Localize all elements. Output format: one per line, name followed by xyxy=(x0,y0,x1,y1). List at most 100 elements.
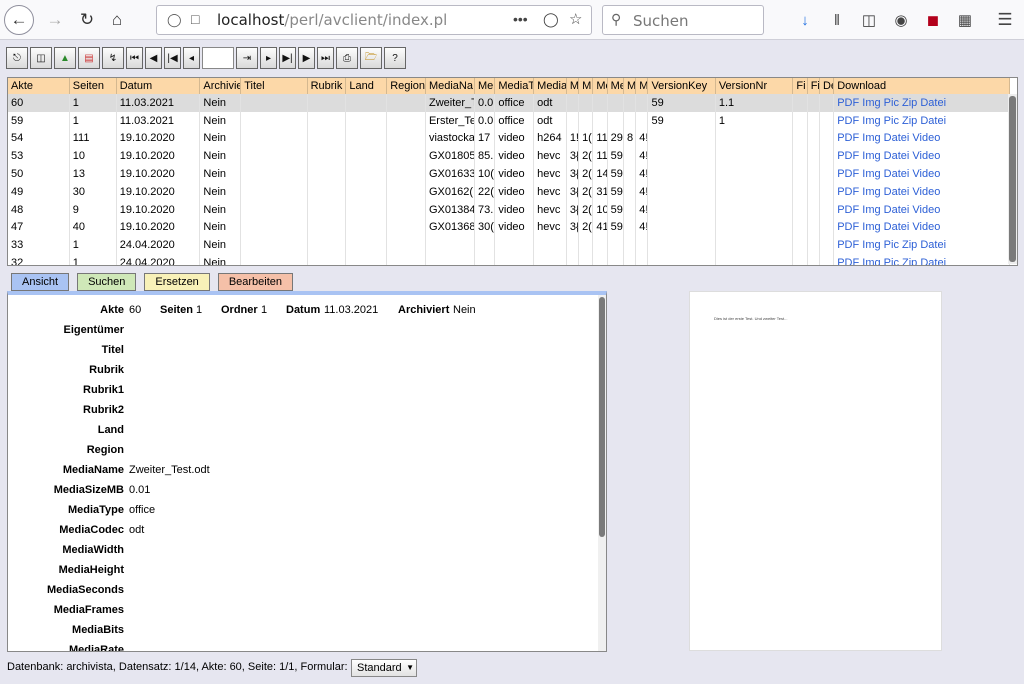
field-value[interactable]: office xyxy=(129,504,155,516)
extension-icon[interactable]: ▦ xyxy=(954,9,976,31)
field-label: MediaCodec xyxy=(59,524,124,536)
column-header[interactable]: VersionKey xyxy=(647,78,716,94)
menu-icon[interactable]: ☰ xyxy=(994,9,1016,31)
exit-icon[interactable]: ⎋ xyxy=(6,47,28,69)
next-record-icon[interactable]: ▸ xyxy=(260,47,277,69)
column-header[interactable]: Akte xyxy=(8,78,70,94)
column-header[interactable]: Titel xyxy=(240,78,308,94)
table-row[interactable]: 33 1 24.04.2020 Nein PDF Img Pic Zip Datei xyxy=(8,236,1010,255)
column-header[interactable]: Me xyxy=(592,78,608,94)
column-header[interactable]: Archivie xyxy=(199,78,242,94)
account-icon[interactable]: ◉ xyxy=(890,9,912,31)
detail-scrollbar-thumb[interactable] xyxy=(599,297,605,537)
prev-record-icon[interactable]: ◂ xyxy=(183,47,200,69)
open-folder-icon[interactable]: 🗁 xyxy=(360,47,382,69)
browser-search-input[interactable]: ⚲ Suchen xyxy=(602,5,764,35)
column-header[interactable]: Rubrik xyxy=(307,78,347,94)
table-row[interactable]: 531019.10.2020Nein GX0180585.videohevc3{2… xyxy=(8,147,1010,166)
prev-page-icon[interactable]: ◀ xyxy=(145,47,162,69)
grid-scrollbar-thumb[interactable] xyxy=(1009,96,1016,262)
forward-button[interactable]: → xyxy=(40,5,70,35)
column-header[interactable]: Region xyxy=(386,78,426,94)
last-page-icon[interactable]: ⏭ xyxy=(317,47,334,69)
table-row[interactable]: 474019.10.2020Nein GX0136830(videohevc3{2… xyxy=(8,218,1010,237)
field-value[interactable]: 0.01 xyxy=(129,484,150,496)
table-row[interactable]: 54 111 19.10.2020 Nein viastocka 17 video h264 1… xyxy=(8,129,1010,148)
column-header[interactable]: Download xyxy=(833,78,1010,94)
first-record-icon[interactable]: |◀ xyxy=(164,47,181,69)
tab-suchen[interactable]: Suchen xyxy=(77,273,137,291)
table-cell: 50 xyxy=(8,165,70,183)
grid-scrollbar[interactable] xyxy=(1008,94,1017,264)
column-header[interactable]: MediaT xyxy=(494,78,535,94)
field-label: MediaSizeMB xyxy=(53,484,124,496)
library-icon[interactable]: ‖ xyxy=(826,9,848,31)
download-icon[interactable]: ↓ xyxy=(794,9,816,31)
column-header[interactable]: M xyxy=(566,78,580,94)
back-button[interactable]: ← xyxy=(4,5,34,35)
column-header[interactable]: M xyxy=(623,78,637,94)
table-cell: 54 xyxy=(8,129,70,148)
download-links[interactable]: PDF Img Datei Video xyxy=(833,200,1010,219)
help-icon[interactable]: ? xyxy=(384,47,406,69)
url-bar[interactable]: ◯ □ localhost/perl/avclient/index.pl •••… xyxy=(156,5,592,35)
table-row[interactable]: 493019.10.2020Nein GX0162(22(videohevc3{2… xyxy=(8,182,1010,201)
detail-scrollbar[interactable] xyxy=(598,295,606,651)
download-links[interactable]: PDF Img Datei Video xyxy=(833,165,1010,183)
layout-icon[interactable]: ▤ xyxy=(78,47,100,69)
column-header[interactable]: Me xyxy=(607,78,624,94)
tab-bearbeiten[interactable]: Bearbeiten xyxy=(217,273,294,291)
view-icon[interactable]: ◫ xyxy=(30,47,52,69)
download-links[interactable]: PDF Img Datei Video xyxy=(833,182,1010,201)
column-header[interactable]: Datum xyxy=(116,78,201,94)
table-row[interactable]: 501319.10.2020Nein GX0163310(videohevc3{2… xyxy=(8,165,1010,183)
column-header[interactable]: VersionNr xyxy=(715,78,794,94)
column-header[interactable]: M xyxy=(578,78,594,94)
download-links[interactable]: PDF Img Pic Zip Datei xyxy=(833,254,1010,265)
column-header[interactable]: De xyxy=(819,78,835,94)
record-number-input[interactable] xyxy=(202,47,234,69)
formular-select[interactable]: Standard ▼ xyxy=(351,659,417,677)
table-row[interactable]: 48919.10.2020Nein GX0138473.videohevc3{2(… xyxy=(8,200,1010,219)
tree-icon[interactable]: ▲ xyxy=(54,47,76,69)
field-value[interactable]: Zweiter_Test.odt xyxy=(129,464,210,476)
reload-button[interactable]: ↻ xyxy=(72,5,102,35)
table-cell: video xyxy=(494,182,535,201)
download-links[interactable]: PDF Img Datei Video xyxy=(833,147,1010,166)
column-header[interactable]: Land xyxy=(345,78,388,94)
table-cell: 11.03.2021 xyxy=(116,111,201,130)
field-label: MediaBits xyxy=(72,624,124,636)
table-row[interactable]: 60 1 11.03.2021 Nein Zweiter_T 0.0 office odt 59… xyxy=(8,94,1010,112)
column-header[interactable]: M xyxy=(635,78,649,94)
column-header[interactable]: Me xyxy=(474,78,496,94)
column-header[interactable]: Seiten xyxy=(69,78,117,94)
ublock-icon[interactable]: ◼ xyxy=(922,9,944,31)
column-header[interactable]: MediaC xyxy=(533,78,567,94)
download-links[interactable]: PDF Img Datei Video xyxy=(833,218,1010,237)
last-record-icon[interactable]: ▶| xyxy=(279,47,296,69)
more-icon[interactable]: ••• xyxy=(513,11,528,27)
scanner-icon[interactable]: ⎙ xyxy=(336,47,358,69)
bookmark-star-icon[interactable]: ☆ xyxy=(569,10,582,28)
goto-record-icon[interactable]: ⇥ xyxy=(236,47,258,69)
download-links[interactable]: PDF Img Pic Zip Datei xyxy=(833,236,1010,255)
table-row[interactable]: 32 1 24.04.2020 Nein PDF Img Pic Zip Datei xyxy=(8,254,1010,265)
field-value[interactable]: odt xyxy=(129,524,144,536)
document-preview[interactable]: Dies ist der erste Test. Und zweiter Tes… xyxy=(689,291,942,651)
download-links[interactable]: PDF Img Pic Zip Datei xyxy=(833,94,1010,112)
first-page-icon[interactable]: ⏮ xyxy=(126,47,143,69)
download-links[interactable]: PDF Img Datei Video xyxy=(833,129,1010,148)
table-row[interactable]: 59 1 11.03.2021 Nein Erster_Te 0.0 office odt 59… xyxy=(8,111,1010,130)
home-button[interactable]: ⌂ xyxy=(102,5,132,35)
column-header[interactable]: Fi xyxy=(792,78,808,94)
filter-icon[interactable]: ↯ xyxy=(102,47,124,69)
tab-ersetzen[interactable]: Ersetzen xyxy=(144,273,210,291)
column-header[interactable]: Fi xyxy=(807,78,820,94)
next-page-icon[interactable]: ▶ xyxy=(298,47,315,69)
download-links[interactable]: PDF Img Pic Zip Datei xyxy=(833,111,1010,130)
tab-ansicht[interactable]: Ansicht xyxy=(11,273,70,291)
pocket-icon[interactable]: ◯ xyxy=(543,11,559,28)
sidebar-icon[interactable]: ◫ xyxy=(858,9,880,31)
column-header[interactable]: MediaNa xyxy=(425,78,475,94)
table-cell xyxy=(240,147,308,166)
